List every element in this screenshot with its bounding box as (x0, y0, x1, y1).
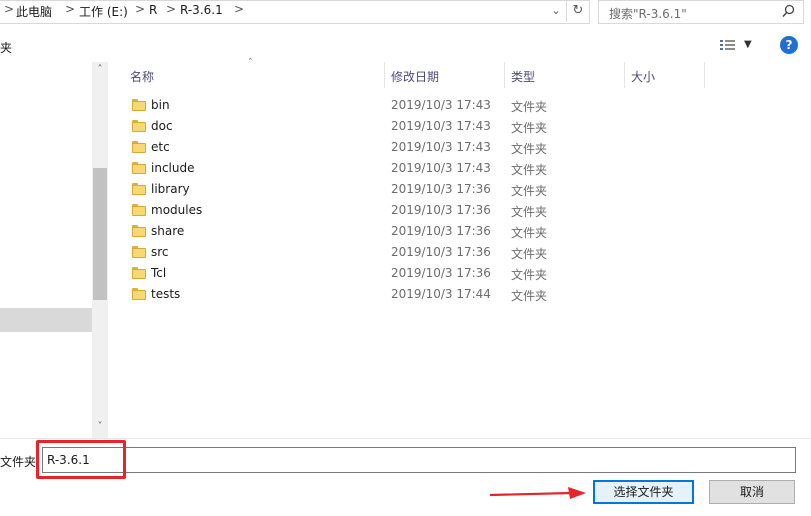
cancel-button[interactable]: 取消 (709, 480, 795, 504)
file-row[interactable]: etc 2019/10/3 17:43 文件夹 (110, 137, 811, 158)
breadcrumb-separator: > (166, 2, 177, 16)
file-modified: 2019/10/3 17:36 (391, 266, 491, 280)
folder-icon (132, 183, 146, 195)
file-type: 文件夹 (511, 121, 548, 135)
file-modified: 2019/10/3 17:44 (391, 287, 491, 301)
view-options-icon[interactable] (718, 37, 740, 53)
column-divider[interactable] (504, 62, 505, 88)
file-row[interactable]: share 2019/10/3 17:36 文件夹 (110, 221, 811, 242)
file-row[interactable]: include 2019/10/3 17:43 文件夹 (110, 158, 811, 179)
file-name: share (151, 224, 185, 238)
file-modified: 2019/10/3 17:43 (391, 161, 491, 175)
column-header-modified[interactable]: 修改日期 (391, 68, 439, 85)
column-divider[interactable] (624, 62, 625, 88)
file-name: include (151, 161, 195, 175)
folder-icon (132, 288, 146, 300)
file-name: src (151, 245, 169, 259)
scroll-down-icon[interactable]: ˅ (92, 421, 108, 435)
file-modified: 2019/10/3 17:43 (391, 140, 491, 154)
folder-icon (132, 246, 146, 258)
column-header-name[interactable]: 名称 (130, 68, 154, 85)
file-name: modules (151, 203, 203, 217)
nav-scrollbar-thumb[interactable] (93, 168, 107, 300)
breadcrumb-drive-e[interactable]: 工作 (E:) (79, 3, 128, 20)
column-divider[interactable] (384, 62, 385, 88)
file-modified: 2019/10/3 17:36 (391, 224, 491, 238)
file-modified: 2019/10/3 17:43 (391, 119, 491, 133)
search-placeholder: 搜索"R-3.6.1" (609, 7, 687, 21)
nav-selected-item[interactable] (0, 308, 92, 332)
folder-icon (132, 162, 146, 174)
file-name: library (151, 182, 190, 196)
column-header-type[interactable]: 类型 (511, 68, 535, 85)
column-header-size[interactable]: 大小 (631, 68, 655, 85)
file-name: Tcl (151, 266, 167, 280)
annotation-arrow-icon (489, 487, 586, 499)
breadcrumb-separator: > (65, 2, 76, 16)
help-icon[interactable]: ? (780, 36, 798, 54)
file-name: bin (151, 98, 170, 112)
column-divider[interactable] (704, 62, 705, 88)
toolbar-new-folder[interactable]: 夹 (0, 39, 12, 56)
file-row[interactable]: bin 2019/10/3 17:43 文件夹 (110, 95, 811, 116)
file-modified: 2019/10/3 17:43 (391, 98, 491, 112)
file-type: 文件夹 (511, 205, 548, 219)
divider (0, 438, 811, 439)
refresh-icon[interactable]: ↻ (566, 0, 589, 22)
file-row[interactable]: Tcl 2019/10/3 17:36 文件夹 (110, 263, 811, 284)
folder-icon (132, 225, 146, 237)
view-dropdown-icon[interactable]: ▼ (744, 39, 752, 50)
file-type: 文件夹 (511, 163, 548, 177)
breadcrumb-r[interactable]: R (149, 3, 157, 17)
breadcrumb-separator: > (234, 2, 245, 16)
sort-ascending-icon: ˄ (248, 58, 253, 68)
file-name: tests (151, 287, 181, 301)
search-icon[interactable] (782, 4, 795, 22)
search-input[interactable]: 搜索"R-3.6.1" (598, 0, 804, 24)
file-type: 文件夹 (511, 184, 548, 198)
folder-icon (132, 204, 146, 216)
file-row[interactable]: library 2019/10/3 17:36 文件夹 (110, 179, 811, 200)
folder-icon (132, 267, 146, 279)
file-modified: 2019/10/3 17:36 (391, 203, 491, 217)
breadcrumb-r-3-6-1[interactable]: R-3.6.1 (180, 3, 223, 17)
file-type: 文件夹 (511, 142, 548, 156)
folder-icon (132, 141, 146, 153)
file-type: 文件夹 (511, 247, 548, 261)
folder-name-input[interactable] (42, 447, 796, 473)
select-folder-button[interactable]: 选择文件夹 (593, 480, 694, 504)
file-type: 文件夹 (511, 268, 548, 282)
folder-icon (132, 120, 146, 132)
breadcrumb-this-pc[interactable]: 此电脑 (16, 3, 52, 20)
file-type: 文件夹 (511, 226, 548, 240)
folder-label: 文件夹 (0, 455, 37, 469)
file-name: doc (151, 119, 173, 133)
file-type: 文件夹 (511, 289, 548, 303)
folder-icon (132, 99, 146, 111)
breadcrumb-separator: > (135, 2, 146, 16)
file-type: 文件夹 (511, 100, 548, 114)
file-row[interactable]: src 2019/10/3 17:36 文件夹 (110, 242, 811, 263)
file-modified: 2019/10/3 17:36 (391, 245, 491, 259)
scroll-up-icon[interactable]: ˄ (92, 64, 108, 78)
file-modified: 2019/10/3 17:36 (391, 182, 491, 196)
file-row[interactable]: modules 2019/10/3 17:36 文件夹 (110, 200, 811, 221)
breadcrumb-separator: > (4, 2, 15, 16)
chevron-down-icon[interactable]: ⌄ (546, 0, 566, 22)
file-row[interactable]: doc 2019/10/3 17:43 文件夹 (110, 116, 811, 137)
file-row[interactable]: tests 2019/10/3 17:44 文件夹 (110, 284, 811, 305)
file-name: etc (151, 140, 170, 154)
